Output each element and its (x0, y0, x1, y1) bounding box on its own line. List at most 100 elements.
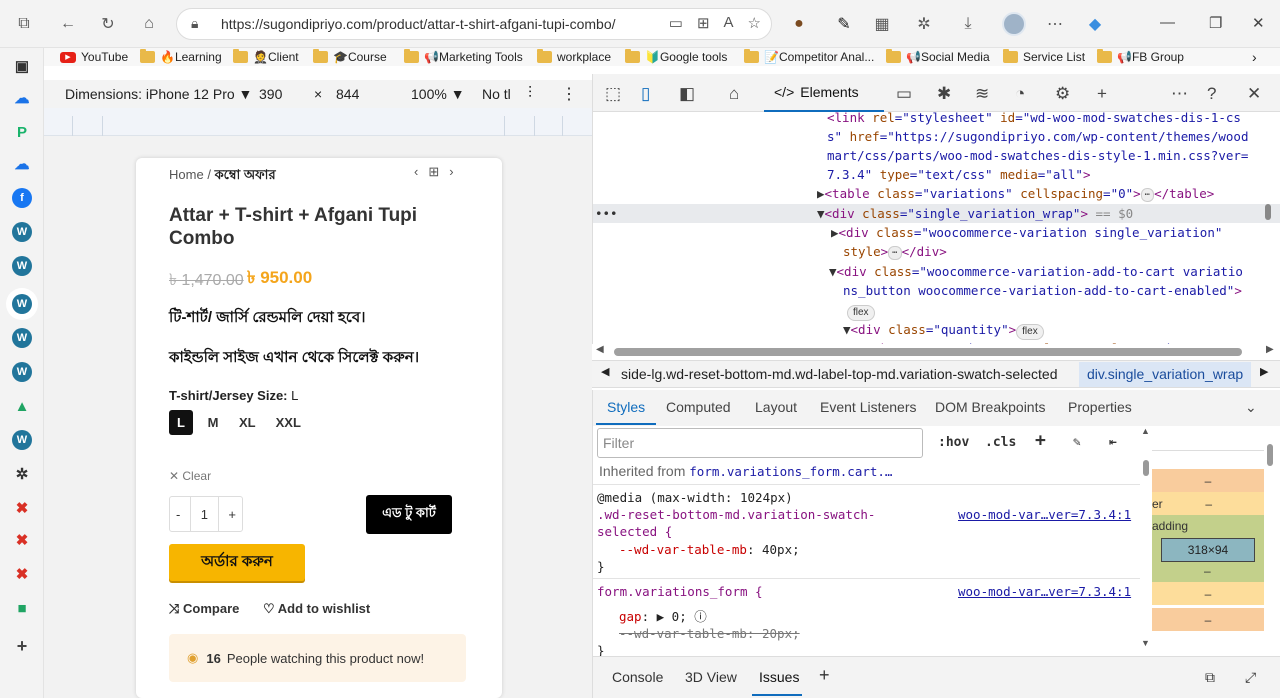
wordpress-icon[interactable]: W (12, 222, 32, 242)
tab-elements[interactable]: </> Elements (764, 74, 884, 112)
p-app-icon[interactable]: P (12, 122, 32, 142)
add-to-cart-button[interactable]: এড টু কার্ট (366, 495, 452, 534)
facebook-icon[interactable]: f (12, 188, 32, 208)
size-swatch-l[interactable]: L (169, 410, 193, 435)
cookie-extension-icon[interactable]: ● (789, 14, 809, 34)
more-menu-icon[interactable]: ⋯ (1045, 14, 1065, 34)
dom-node[interactable]: ▶<table class="variations" cellspacing="… (817, 184, 1214, 203)
dock-sidebar-icon[interactable]: ◧ (679, 84, 695, 104)
back-icon[interactable]: ← (58, 14, 78, 34)
console-tab-icon[interactable]: ▭ (896, 84, 912, 104)
bookmarks-more-chevron-icon[interactable]: › (1252, 48, 1257, 66)
flex-badge[interactable]: flex (847, 301, 875, 321)
tab-console[interactable]: Console (612, 669, 663, 685)
paint-brush-icon[interactable]: ✎ (1073, 435, 1081, 450)
throttle-select[interactable]: No tl (482, 86, 511, 102)
cloud-icon[interactable]: ☁ (12, 154, 32, 174)
rule-selector[interactable]: selected { (597, 523, 672, 540)
device-height-input[interactable]: 844 (336, 86, 359, 102)
info-icon[interactable]: ⓘ (694, 609, 707, 624)
styles-scrollbar[interactable]: ▲ ▼ (1140, 426, 1152, 656)
bookmark-client[interactable]: 🤵Client (233, 48, 299, 66)
rule-selector[interactable]: .wd-reset-bottom-md.variation-swatch- (597, 506, 875, 523)
x-app-icon[interactable]: ✖ (12, 530, 32, 550)
bookmark-marketing-tools[interactable]: 📢Marketing Tools (404, 48, 523, 66)
bookmark-workplace[interactable]: workplace (537, 48, 611, 66)
css-declaration[interactable]: --wd-var-table-mb: 40px; (619, 541, 800, 558)
css-declaration-overridden[interactable]: --wd-var-table-mb: 20px; (619, 625, 800, 642)
wordpress-icon[interactable]: W (12, 430, 32, 450)
grid-view-icon[interactable]: ⊞ (428, 164, 439, 180)
qr-extension-icon[interactable]: ▦ (872, 14, 892, 34)
bc-scroll-left-icon[interactable]: ◀ (601, 365, 609, 378)
rule-source-link[interactable]: woo-mod-var…ver=7.3.4:1 (958, 506, 1131, 523)
devtools-more-icon[interactable]: ⋯ (1171, 84, 1188, 104)
hov-toggle[interactable]: :hov (938, 435, 969, 450)
grid-icon[interactable]: ⊞ (697, 14, 710, 32)
bc-scroll-right-icon[interactable]: ▶ (1260, 365, 1268, 378)
expand-drawer-icon[interactable]: ⤢ (1245, 669, 1256, 686)
compare-link[interactable]: ⤨ Compare (169, 601, 239, 617)
favorite-star-icon[interactable]: ☆ (748, 14, 761, 32)
chevron-down-icon[interactable]: ⌄ (1245, 399, 1257, 416)
device-width-input[interactable]: 390 (259, 86, 282, 102)
tab-styles[interactable]: Styles (607, 399, 645, 415)
qty-plus-button[interactable]: + (228, 507, 236, 522)
rotate-icon[interactable]: ⫶ (528, 85, 532, 103)
tab-event-listeners[interactable]: Event Listeners (820, 399, 917, 415)
bookmark-competitor[interactable]: 📝Competitor Anal... (744, 48, 874, 66)
breadcrumb-home[interactable]: Home (169, 167, 204, 182)
styles-filter-input[interactable]: Filter (597, 428, 923, 458)
horizontal-scrollbar[interactable]: ◀ ▶ (592, 344, 1280, 360)
dom-ellipsis-icon[interactable]: ••• (595, 204, 618, 223)
close-devtools-icon[interactable]: ✕ (1247, 84, 1261, 104)
cls-toggle[interactable]: .cls (985, 435, 1016, 450)
dom-breadcrumb-parent[interactable]: side-lg.wd-reset-bottom-md.wd-label-top-… (621, 366, 1058, 382)
bookmark-service-list[interactable]: Service List (1003, 48, 1085, 66)
bookmark-social-media[interactable]: 📢Social Media (886, 48, 990, 66)
zoom-select[interactable]: 100% ▼ (411, 86, 465, 102)
extension-icon[interactable]: ✎ (834, 14, 854, 34)
refresh-icon[interactable]: ↻ (98, 14, 118, 34)
extensions-puzzle-icon[interactable]: ✲ (914, 14, 934, 34)
device-dimensions-select[interactable]: Dimensions: iPhone 12 Pro ▼ (65, 86, 252, 102)
tab-computed[interactable]: Computed (666, 399, 731, 415)
minimize-icon[interactable]: — (1160, 14, 1175, 31)
google-meet-icon[interactable]: ■ (12, 598, 32, 618)
app-available-icon[interactable]: ▭ (669, 14, 683, 32)
read-aloud-icon[interactable]: A (724, 14, 734, 32)
downloads-icon[interactable]: ⤓ (958, 14, 978, 34)
dom-node-selected[interactable]: ▼<div class="single_variation_wrap"> == … (817, 204, 1133, 223)
performance-icon[interactable]: ◔ (1015, 84, 1025, 104)
wordpress-icon[interactable]: W (12, 362, 32, 382)
bookmark-fb-group[interactable]: 📢FB Group (1097, 48, 1184, 66)
new-rule-plus-icon[interactable]: + (1035, 430, 1046, 451)
tab-layout[interactable]: Layout (755, 399, 797, 415)
size-swatch-xl[interactable]: XL (233, 410, 262, 435)
restore-icon[interactable]: ❐ (1209, 14, 1222, 32)
inherited-selector-link[interactable]: form.variations_form.cart.… (689, 464, 892, 479)
bookmark-google-tools[interactable]: 🔰Google tools (625, 48, 727, 66)
breadcrumb-current[interactable]: কম্বো অফার (215, 167, 276, 182)
rule-source-link[interactable]: woo-mod-var…ver=7.3.4:1 (958, 583, 1131, 600)
bookmark-course[interactable]: 🎓Course (313, 48, 387, 66)
address-bar[interactable]: 🔒︎ https://sugondipriyo.com/product/atta… (176, 8, 772, 40)
order-now-button[interactable]: অর্ডার করুন (169, 544, 305, 581)
inspect-icon[interactable]: ⬚ (605, 84, 621, 104)
clear-selection-link[interactable]: ✕ Clear (169, 469, 211, 483)
tab-3d-view[interactable]: 3D View (685, 669, 737, 685)
device-more-icon[interactable]: ⋮ (561, 84, 577, 104)
network-wifi-icon[interactable]: ≋ (975, 84, 989, 104)
bookmark-youtube[interactable]: ▶ YouTube (60, 48, 128, 66)
tab-actions-icon[interactable]: ⧉ (14, 14, 34, 34)
x-app-icon[interactable]: ✖ (12, 498, 32, 518)
size-swatch-xxl[interactable]: XXL (270, 410, 307, 435)
add-drawer-tab-icon[interactable]: + (819, 665, 830, 686)
tab-issues[interactable]: Issues (759, 669, 799, 685)
dom-node[interactable]: ▼<div class="woocommerce-variation-add-t… (829, 262, 1243, 281)
rule-selector[interactable]: form.variations_form { (597, 583, 763, 600)
wishlist-link[interactable]: ♡ Add to wishlist (263, 601, 370, 617)
qty-minus-button[interactable]: - (176, 507, 180, 522)
bookmark-learning[interactable]: 🔥Learning (140, 48, 222, 66)
more-tools-plus-icon[interactable]: + (1097, 84, 1107, 104)
